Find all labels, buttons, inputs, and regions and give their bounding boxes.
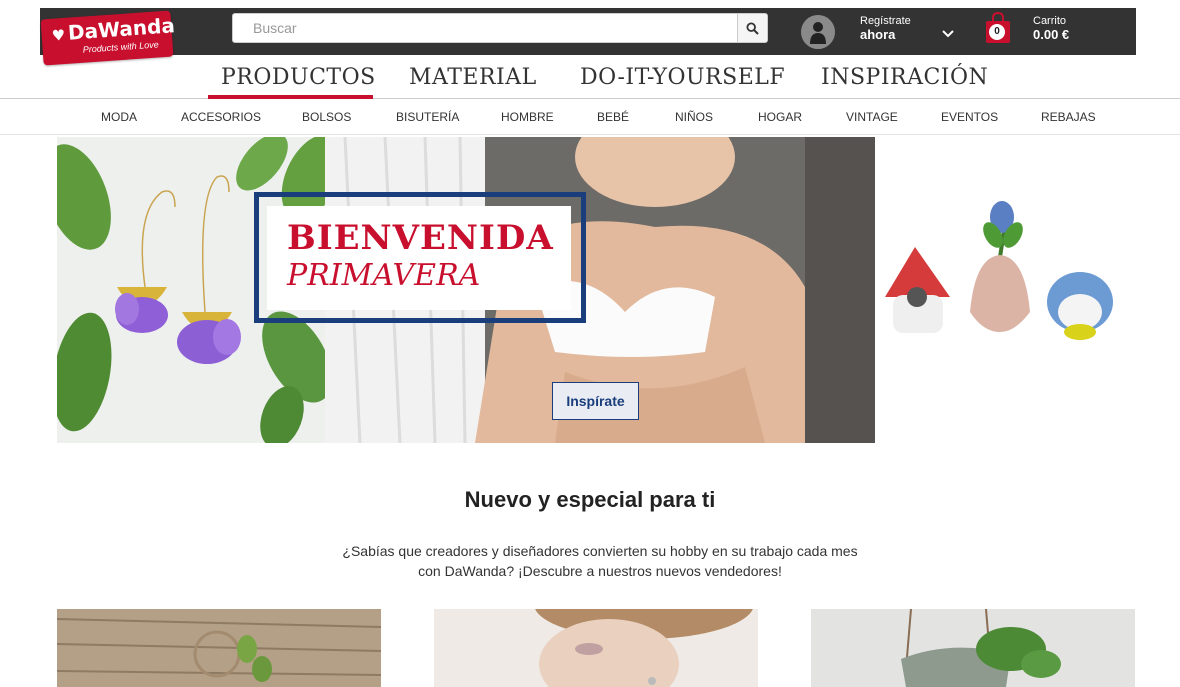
cart-label: Carrito bbox=[1033, 15, 1067, 27]
search-input[interactable] bbox=[233, 14, 737, 42]
hero-title: BIENVENIDA bbox=[287, 218, 554, 258]
sub-navigation: MODA ACCESORIOS BOLSOS BISUTERÍA HOMBRE … bbox=[0, 99, 1180, 135]
register-now-label: ahora bbox=[860, 27, 896, 42]
sub-nav-hogar[interactable]: HOGAR bbox=[758, 110, 802, 124]
sub-nav-hombre[interactable]: HOMBRE bbox=[501, 110, 554, 124]
main-nav-material[interactable]: MATERIAL bbox=[409, 65, 537, 90]
heart-icon: ♥ bbox=[51, 25, 66, 45]
search-button[interactable] bbox=[737, 14, 767, 42]
sub-nav-vintage[interactable]: VINTAGE bbox=[846, 110, 898, 124]
hero-subtitle: PRIMAVERA bbox=[287, 258, 481, 293]
crochet-toys-illustration bbox=[885, 201, 1113, 340]
section-title: Nuevo y especial para ti bbox=[464, 487, 716, 512]
welcome-card: BIENVENIDA PRIMAVERA bbox=[267, 206, 571, 310]
hero-banner[interactable]: BIENVENIDA PRIMAVERA Inspírate bbox=[57, 137, 1136, 443]
section-description: ¿Sabías que creadores y diseñadores conv… bbox=[342, 543, 858, 579]
logo-wordmark: DaWanda bbox=[67, 13, 176, 45]
sub-nav-accesorios[interactable]: ACCESORIOS bbox=[181, 110, 261, 124]
inspire-button[interactable]: Inspírate bbox=[552, 382, 639, 420]
main-navigation: PRODUCTOS MATERIAL DO-IT-YOURSELF INSPIR… bbox=[0, 55, 1180, 99]
search-bar bbox=[232, 13, 768, 43]
user-avatar-icon[interactable] bbox=[801, 15, 835, 49]
sub-nav-moda[interactable]: MODA bbox=[101, 110, 137, 124]
seller-card-2[interactable] bbox=[434, 609, 758, 687]
welcome-frame: BIENVENIDA PRIMAVERA bbox=[254, 192, 586, 323]
register-label: Regístrate bbox=[860, 15, 911, 27]
hero-crochet-image bbox=[875, 137, 1136, 443]
seller-card-3-image bbox=[811, 609, 1135, 687]
seller-card-1[interactable] bbox=[57, 609, 381, 687]
seller-card-2-image bbox=[434, 609, 758, 687]
register-link[interactable]: Regístrate ahora bbox=[860, 14, 911, 42]
sub-nav-bolsos[interactable]: BOLSOS bbox=[302, 110, 351, 124]
seller-card-1-image bbox=[57, 609, 381, 687]
sub-nav-eventos[interactable]: EVENTOS bbox=[941, 110, 998, 124]
chevron-down-icon[interactable] bbox=[942, 30, 954, 38]
main-nav-inspiracion[interactable]: INSPIRACIÓN bbox=[821, 65, 988, 90]
sub-nav-bisuteria[interactable]: BISUTERÍA bbox=[396, 110, 459, 124]
main-nav-diy[interactable]: DO-IT-YOURSELF bbox=[580, 65, 785, 90]
cart-total: 0.00 € bbox=[1033, 27, 1070, 42]
seller-card-3[interactable] bbox=[811, 609, 1135, 687]
main-nav-productos[interactable]: PRODUCTOS bbox=[221, 65, 376, 90]
sub-nav-rebajas[interactable]: REBAJAS bbox=[1041, 110, 1096, 124]
cart-link[interactable]: Carrito 0.00 € bbox=[1033, 14, 1069, 42]
sub-nav-ninos[interactable]: NIÑOS bbox=[675, 110, 713, 124]
sub-nav-bebe[interactable]: BEBÉ bbox=[597, 110, 629, 124]
user-silhouette bbox=[801, 15, 835, 49]
cart-count-badge: 0 bbox=[989, 24, 1005, 40]
magnifier-icon bbox=[746, 21, 759, 35]
